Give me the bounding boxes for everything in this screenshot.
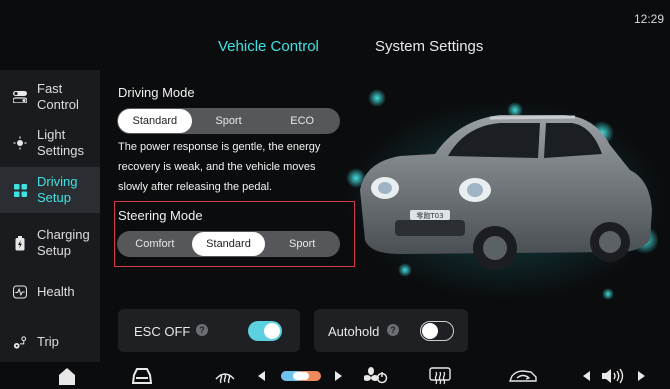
sidebar-item-fast-control[interactable]: Fast Control — [0, 76, 100, 118]
tab-vehicle-control[interactable]: Vehicle Control — [218, 38, 319, 55]
sidebar-item-light-settings[interactable]: Light Settings — [0, 122, 100, 164]
driving-mode-standard[interactable]: Standard — [118, 109, 192, 133]
esc-off-toggle[interactable] — [248, 321, 282, 341]
toggle-switches-icon — [13, 89, 27, 105]
sidebar: Fast Control Light Settings Driving Setu… — [0, 70, 100, 365]
temp-left-arrow-icon[interactable] — [257, 366, 267, 386]
health-pulse-icon — [13, 284, 27, 300]
car-illustration: 零跑T03 — [345, 89, 665, 300]
trip-route-icon — [13, 334, 27, 350]
fan-power-icon[interactable] — [363, 366, 389, 386]
status-clock: 12:29 — [633, 12, 664, 26]
bottom-bar — [0, 362, 670, 389]
toggle-knob — [264, 323, 280, 339]
autohold-help-icon[interactable]: ? — [387, 324, 399, 336]
sidebar-item-label: Light Settings — [37, 127, 84, 158]
steering-mode-selector: Comfort Standard Sport — [117, 231, 340, 257]
esc-off-label: ESC OFF — [134, 324, 191, 339]
home-icon[interactable] — [56, 366, 78, 386]
driving-mode-selector: Standard Sport ECO — [117, 108, 340, 134]
sidebar-item-label: Charging Setup — [37, 227, 90, 258]
front-defrost-icon[interactable] — [428, 366, 452, 386]
steering-mode-title: Steering Mode — [118, 208, 203, 223]
rear-defrost-icon[interactable] — [214, 366, 236, 386]
battery-charging-icon — [13, 235, 27, 251]
driving-setup-icon — [13, 182, 27, 198]
driving-mode-description: The power response is gentle, the energy… — [118, 141, 321, 193]
volume-up-arrow-icon[interactable] — [636, 366, 646, 386]
temperature-slider-icon[interactable] — [280, 366, 322, 386]
car-icon[interactable] — [130, 366, 154, 386]
esc-help-icon[interactable]: ? — [196, 324, 208, 336]
steering-mode-comfort[interactable]: Comfort — [118, 232, 192, 256]
sidebar-item-label: Trip — [37, 334, 59, 349]
autohold-card: Autohold ? — [314, 309, 468, 352]
steering-mode-standard[interactable]: Standard — [191, 232, 266, 256]
volume-icon[interactable] — [600, 366, 626, 386]
esc-off-card: ESC OFF ? — [118, 309, 300, 352]
sidebar-item-label: Fast Control — [37, 81, 79, 112]
temp-right-arrow-icon[interactable] — [333, 366, 343, 386]
driving-mode-eco[interactable]: ECO — [265, 109, 339, 133]
sidebar-item-driving-setup[interactable]: Driving Setup — [0, 167, 100, 213]
autohold-toggle[interactable] — [420, 321, 454, 341]
sidebar-item-charging-setup[interactable]: Charging Setup — [0, 220, 100, 266]
driving-mode-sport[interactable]: Sport — [192, 109, 266, 133]
light-bulb-icon — [13, 135, 27, 151]
sidebar-item-label: Health — [37, 284, 75, 299]
steering-mode-sport[interactable]: Sport — [265, 232, 339, 256]
autohold-label: Autohold — [328, 324, 380, 339]
toggle-knob — [422, 322, 438, 339]
sidebar-item-health[interactable]: Health — [0, 278, 100, 306]
tab-system-settings[interactable]: System Settings — [375, 38, 483, 55]
sidebar-item-trip[interactable]: Trip — [0, 328, 100, 356]
license-plate: 零跑T03 — [416, 211, 443, 220]
driving-mode-title: Driving Mode — [118, 85, 195, 100]
volume-down-arrow-icon[interactable] — [582, 366, 592, 386]
sidebar-item-label: Driving Setup — [37, 174, 78, 205]
vehicle-control-screen: 12:29 Vehicle Control System Settings Fa… — [0, 0, 670, 389]
car-recirculation-icon[interactable] — [506, 366, 540, 386]
